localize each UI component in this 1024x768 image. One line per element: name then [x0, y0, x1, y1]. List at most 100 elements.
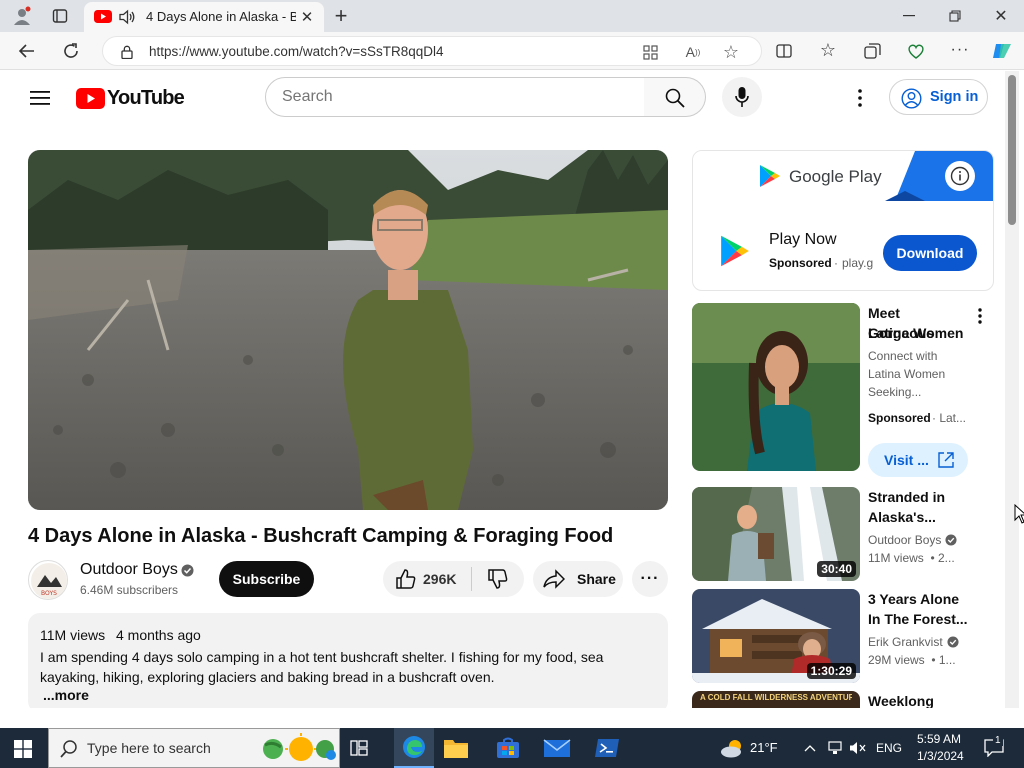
- more-actions-button[interactable]: ···: [632, 561, 668, 597]
- show-hidden-icons-icon[interactable]: [802, 740, 818, 756]
- close-tab-icon[interactable]: ✕: [298, 8, 316, 26]
- restore-icon[interactable]: [944, 6, 966, 26]
- tab-actions-icon[interactable]: [50, 6, 70, 26]
- related-1-sponsored: Sponsored: [868, 411, 931, 425]
- dislike-button[interactable]: [472, 561, 524, 597]
- more-menu-icon[interactable]: ···: [950, 40, 970, 60]
- clock-date[interactable]: 1/3/2024: [917, 749, 964, 763]
- description-more-link[interactable]: ...more: [43, 687, 89, 703]
- ad-separator: ·: [834, 256, 838, 270]
- vertical-scroll-thumb[interactable]: [1008, 75, 1016, 225]
- browser-toolbar: https://www.youtube.com/watch?v=sSsTR8qq…: [0, 32, 1024, 70]
- video-title: 4 Days Alone in Alaska - Bushcraft Campi…: [28, 525, 614, 547]
- related-1-menu-icon[interactable]: [970, 307, 990, 325]
- collections-icon[interactable]: [862, 41, 882, 61]
- related-thumbnail-4[interactable]: A COLD FALL WILDERNESS ADVENTURE: [692, 691, 860, 708]
- video-player[interactable]: [28, 150, 668, 510]
- profile-icon[interactable]: [10, 5, 34, 27]
- mail-icon[interactable]: [542, 737, 572, 759]
- settings-kebab-icon[interactable]: [850, 87, 870, 109]
- browser-tab-bar: 4 Days Alone in Alaska - Bus ✕ + ✕: [0, 0, 1024, 32]
- search-icon: [664, 87, 686, 109]
- ad-download-label: Download: [896, 245, 964, 261]
- input-language[interactable]: ENG: [876, 741, 902, 755]
- favorite-star-icon[interactable]: ☆: [721, 42, 741, 62]
- sign-in-label: Sign in: [930, 89, 979, 105]
- edge-taskbar-icon[interactable]: [394, 728, 434, 768]
- notification-center-icon[interactable]: 1: [982, 735, 1006, 759]
- hamburger-menu-icon[interactable]: [28, 87, 52, 109]
- svg-text:BOYS: BOYS: [41, 590, 57, 597]
- subscribe-button[interactable]: Subscribe: [219, 561, 314, 597]
- description-text: I am spending 4 days solo camping in a h…: [40, 649, 604, 685]
- weather-temp[interactable]: 21°F: [750, 740, 778, 755]
- related-1-visit-button[interactable]: Visit ...: [868, 443, 968, 477]
- speaker-icon[interactable]: [118, 8, 136, 26]
- volume-muted-icon[interactable]: [848, 739, 868, 757]
- minimize-icon[interactable]: [898, 6, 920, 26]
- like-count: 296K: [423, 571, 457, 587]
- channel-avatar[interactable]: BOYS: [28, 560, 68, 600]
- like-button[interactable]: 296K: [383, 561, 471, 597]
- split-screen-icon[interactable]: [774, 41, 794, 61]
- related-1-title-line-2[interactable]: Latina Women: [868, 323, 968, 343]
- youtube-logo-text: YouTube: [107, 86, 185, 109]
- related-2-duration: 30:40: [817, 561, 856, 577]
- thumbs-down-icon: [488, 569, 508, 589]
- related-thumbnail-2[interactable]: 30:40: [692, 487, 860, 581]
- address-bar[interactable]: https://www.youtube.com/watch?v=sSsTR8qq…: [102, 36, 762, 66]
- related-2-channel[interactable]: Outdoor Boys: [868, 531, 941, 549]
- youtube-logo[interactable]: YouTube: [76, 86, 185, 110]
- search-button[interactable]: [644, 77, 706, 117]
- new-tab-icon[interactable]: +: [330, 3, 352, 28]
- share-label: Share: [577, 571, 616, 587]
- tab-title: 4 Days Alone in Alaska - Bus: [146, 9, 296, 24]
- vertical-scrollbar[interactable]: [1005, 71, 1019, 708]
- file-explorer-icon[interactable]: [442, 736, 470, 760]
- refresh-icon[interactable]: [60, 40, 82, 62]
- upload-age: 4 months ago: [116, 627, 201, 643]
- search-highlight-icon[interactable]: [259, 732, 337, 766]
- related-3-title-line-2[interactable]: In The Forest...: [868, 609, 968, 629]
- related-2-title-line-1[interactable]: Stranded in: [868, 487, 968, 507]
- task-view-icon[interactable]: [348, 737, 370, 759]
- share-icon: [543, 569, 565, 589]
- clock-time[interactable]: 5:59 AM: [917, 732, 961, 746]
- windows-start-icon[interactable]: [12, 738, 34, 760]
- microsoft-store-icon[interactable]: [494, 736, 522, 760]
- browser-essentials-icon[interactable]: [906, 41, 926, 61]
- close-window-icon[interactable]: ✕: [990, 6, 1012, 26]
- related-1-visit-label: Visit ...: [884, 452, 929, 468]
- network-icon[interactable]: [826, 739, 844, 757]
- sign-in-button[interactable]: Sign in: [889, 79, 988, 115]
- ad-headline: Play Now: [769, 231, 837, 248]
- related-4-thumb-text: A COLD FALL WILDERNESS ADVENTURE: [700, 693, 852, 702]
- ad-brand: Google Play: [789, 167, 882, 186]
- related-thumbnail-3[interactable]: 1:30:29: [692, 589, 860, 683]
- active-tab[interactable]: 4 Days Alone in Alaska - Bus ✕: [84, 2, 324, 32]
- verified-check-icon: [180, 563, 194, 577]
- copilot-icon[interactable]: [990, 39, 1014, 63]
- back-icon[interactable]: [16, 40, 38, 62]
- favorites-icon[interactable]: ☆: [818, 40, 838, 60]
- taskbar-search-box[interactable]: Type here to search: [48, 728, 340, 768]
- ad-card[interactable]: Google Play Play Now Sponsored · play.g …: [692, 150, 994, 291]
- read-aloud-icon[interactable]: A)): [683, 43, 703, 61]
- related-thumbnail-1[interactable]: [692, 303, 860, 471]
- weather-icon[interactable]: [718, 736, 746, 760]
- search-input[interactable]: Search: [265, 77, 645, 117]
- ad-info-icon[interactable]: [945, 161, 975, 191]
- subscriber-count: 6.46M subscribers: [80, 583, 179, 597]
- related-3-channel[interactable]: Erik Grankvist: [868, 633, 943, 651]
- related-2-title-line-2[interactable]: Alaska's...: [868, 507, 968, 527]
- description-box[interactable]: 11M views 4 months ago I am spending 4 d…: [28, 613, 668, 708]
- channel-name[interactable]: Outdoor Boys: [80, 561, 178, 579]
- related-4-title-line-1[interactable]: Weeklong Cold: [868, 691, 968, 708]
- ad-download-button[interactable]: Download: [883, 235, 977, 271]
- powershell-icon[interactable]: [592, 737, 622, 759]
- related-3-title-line-1[interactable]: 3 Years Alone: [868, 589, 968, 609]
- app-available-icon[interactable]: [641, 43, 659, 61]
- share-button[interactable]: Share: [533, 561, 623, 597]
- lock-icon[interactable]: [119, 44, 135, 60]
- voice-search-button[interactable]: [722, 77, 762, 117]
